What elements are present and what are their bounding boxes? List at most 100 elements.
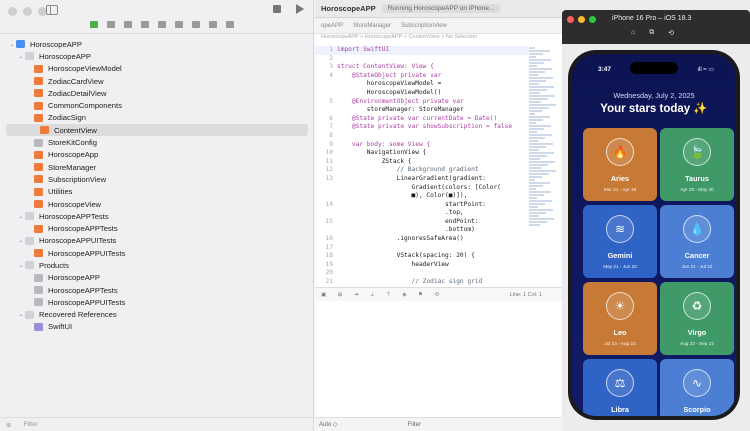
jump-bar[interactable]: HoroscopeAPP > HoroscopeAPP > ContentVie… bbox=[315, 34, 562, 44]
code-line[interactable]: 12 // Background gradient bbox=[315, 166, 528, 175]
code-line[interactable]: 10 NavigationView { bbox=[315, 149, 528, 158]
file-tree-item[interactable]: StoreKitConfig bbox=[0, 136, 314, 148]
file-tree-item[interactable]: ZodiacDetailView bbox=[0, 87, 314, 99]
line-number: 21 bbox=[325, 278, 333, 286]
find-navigator-icon[interactable] bbox=[141, 21, 149, 28]
code-line[interactable]: 15 endPoint: bbox=[315, 218, 528, 227]
debug-navigator-icon[interactable] bbox=[192, 21, 200, 28]
code-line[interactable]: 21 // Zodiac sign grid bbox=[315, 278, 528, 287]
zodiac-card-libra[interactable]: ⚖ Libra bbox=[583, 359, 657, 416]
disclosure-chevron-icon[interactable]: ⌄ bbox=[17, 213, 25, 220]
screenshot-icon[interactable]: ⧉ bbox=[649, 29, 654, 37]
line-number: 2 bbox=[329, 54, 333, 62]
disclosure-chevron-icon[interactable]: ⌄ bbox=[8, 41, 16, 48]
stop-icon[interactable] bbox=[273, 5, 281, 13]
file-tree-item[interactable]: SwiftUI bbox=[0, 321, 314, 333]
editor-tab[interactable]: StoreManager bbox=[353, 23, 391, 29]
file-tree-item[interactable]: CommonComponents bbox=[0, 99, 314, 111]
file-tree-item[interactable]: ContentView bbox=[6, 124, 308, 137]
file-tree-item[interactable]: ⌄ HoroscopeAPPUITests bbox=[0, 235, 314, 247]
test-navigator-icon[interactable] bbox=[175, 21, 183, 28]
code-line[interactable]: 4 @StateObject private var bbox=[315, 72, 528, 81]
code-line[interactable]: 7 @State private var showSubscription = … bbox=[315, 123, 528, 132]
debug-controls[interactable]: ▣ ⊞ ⇥ ⇣ ⇡ ◈ ⚑ ⟲ bbox=[321, 292, 444, 298]
file-tree-item[interactable]: SubscriptionView bbox=[0, 173, 314, 185]
code-line[interactable]: .bottom) bbox=[315, 226, 528, 235]
run-icon[interactable] bbox=[296, 4, 304, 14]
code-line[interactable]: 18 VStack(spacing: 20) { bbox=[315, 252, 528, 261]
zodiac-card-cancer[interactable]: 💧 Cancer Jun 21 - Jul 22 bbox=[660, 205, 734, 278]
code-line[interactable]: 6 @State private var currentDate = Date(… bbox=[315, 115, 528, 124]
file-tree-item[interactable]: HoroscopeViewModel bbox=[0, 63, 314, 75]
rotate-icon[interactable]: ⟲ bbox=[668, 29, 674, 37]
minimap[interactable] bbox=[529, 46, 559, 286]
code-line[interactable]: storeManager: StoreManager bbox=[315, 106, 528, 115]
code-line[interactable]: ■), Color(■)]), bbox=[315, 192, 528, 201]
file-tree-item[interactable]: Utilities bbox=[0, 186, 314, 198]
editor-tab[interactable]: SubscriptionView bbox=[401, 23, 447, 29]
file-tree-item[interactable]: HoroscopeAPPTests bbox=[0, 222, 314, 234]
disclosure-chevron-icon[interactable]: ⌄ bbox=[17, 311, 25, 318]
project-navigator-icon[interactable] bbox=[90, 21, 98, 28]
issue-navigator-icon[interactable] bbox=[158, 21, 166, 28]
code-line[interactable]: 17 bbox=[315, 244, 528, 253]
file-tree-item[interactable]: HoroscopeApp bbox=[0, 149, 314, 161]
home-icon[interactable]: ⌂ bbox=[631, 29, 635, 37]
code-line[interactable]: 16 .ignoresSafeArea() bbox=[315, 235, 528, 244]
code-line[interactable]: 1 import SwiftUI bbox=[315, 46, 528, 55]
code-line[interactable]: Gradient(colors: [Color( bbox=[315, 184, 528, 193]
code-line[interactable]: 13 LinearGradient(gradient: bbox=[315, 175, 528, 184]
file-tree-item[interactable]: ⌄ Products bbox=[0, 259, 314, 271]
code-line[interactable]: 8 bbox=[315, 132, 528, 141]
code-line[interactable]: 9 var body: some View { bbox=[315, 141, 528, 150]
scheme-selector[interactable]: Auto ◇ bbox=[319, 421, 338, 428]
file-tree-item[interactable]: HoroscopeView bbox=[0, 198, 314, 210]
line-number: 20 bbox=[325, 269, 333, 277]
source-code[interactable]: 1 import SwiftUI 2 3 struct ContentView: Vie… bbox=[315, 46, 528, 287]
disclosure-chevron-icon[interactable]: ⌄ bbox=[17, 262, 25, 269]
code-line[interactable]: 20 bbox=[315, 269, 528, 278]
minimap-line bbox=[529, 104, 556, 106]
minimize-window-button[interactable] bbox=[578, 16, 585, 23]
code-line[interactable]: horoscopeViewModel = bbox=[315, 80, 528, 89]
breakpoint-navigator-icon[interactable] bbox=[209, 21, 217, 28]
zodiac-card-aries[interactable]: 🔥 Aries Mar 21 - Apr 19 bbox=[583, 128, 657, 201]
zodiac-card-taurus[interactable]: 🍃 Taurus Apr 20 - May 20 bbox=[660, 128, 734, 201]
file-tree-item[interactable]: HoroscopeAPP bbox=[0, 272, 314, 284]
code-line[interactable]: .top, bbox=[315, 209, 528, 218]
symbol-navigator-icon[interactable] bbox=[124, 21, 132, 28]
editor-tab[interactable]: opeAPP bbox=[321, 23, 343, 29]
zodiac-card-scorpio[interactable]: ∿ Scorpio bbox=[660, 359, 734, 416]
file-tree-item[interactable]: StoreManager bbox=[0, 161, 314, 173]
zoom-window-button[interactable] bbox=[589, 16, 596, 23]
file-tree-item[interactable]: ZodiacSign bbox=[0, 112, 314, 124]
disclosure-chevron-icon[interactable]: ⌄ bbox=[17, 53, 25, 60]
source-control-icon[interactable] bbox=[107, 21, 115, 28]
code-line[interactable]: 14 startPoint: bbox=[315, 201, 528, 210]
close-window-button[interactable] bbox=[8, 7, 17, 16]
file-tree-item[interactable]: ⌄ HoroscopeAPPTests bbox=[0, 210, 314, 222]
code-line[interactable]: 2 bbox=[315, 55, 528, 64]
file-tree-item[interactable]: ⌄ HoroscopeAPP bbox=[0, 50, 314, 62]
code-line[interactable]: 19 headerView bbox=[315, 261, 528, 270]
file-tree-item[interactable]: ZodiacCardView bbox=[0, 75, 314, 87]
zodiac-card-virgo[interactable]: ♻ Virgo Aug 23 - Sep 22 bbox=[660, 282, 734, 355]
disclosure-chevron-icon[interactable]: ⌄ bbox=[17, 237, 25, 244]
code-line[interactable]: 11 ZStack { bbox=[315, 158, 528, 167]
zodiac-card-gemini[interactable]: ≋ Gemini May 21 - Jun 20 bbox=[583, 205, 657, 278]
code-line[interactable]: 3 struct ContentView: View { bbox=[315, 63, 528, 72]
filter-input[interactable]: Filter bbox=[23, 421, 37, 428]
code-line[interactable]: HoroscopeViewModel() bbox=[315, 89, 528, 98]
file-tree-item[interactable]: ⌄ Recovered References bbox=[0, 309, 314, 321]
sidebar-toggle-icon[interactable] bbox=[46, 5, 58, 15]
file-tree-item[interactable]: HoroscopeAPPUITests bbox=[0, 247, 314, 259]
minimize-window-button[interactable] bbox=[23, 7, 32, 16]
close-window-button[interactable] bbox=[567, 16, 574, 23]
zodiac-card-leo[interactable]: ☀ Leo Jul 23 - Aug 22 bbox=[583, 282, 657, 355]
file-tree-item[interactable]: HoroscopeAPPUITests bbox=[0, 296, 314, 308]
code-line[interactable]: 5 @EnvironmentObject private var bbox=[315, 98, 528, 107]
file-tree-item[interactable]: ⌄ HoroscopeAPP bbox=[0, 38, 314, 50]
console-filter[interactable]: Filter bbox=[408, 422, 421, 428]
report-navigator-icon[interactable] bbox=[226, 21, 234, 28]
file-tree-item[interactable]: HoroscopeAPPTests bbox=[0, 284, 314, 296]
